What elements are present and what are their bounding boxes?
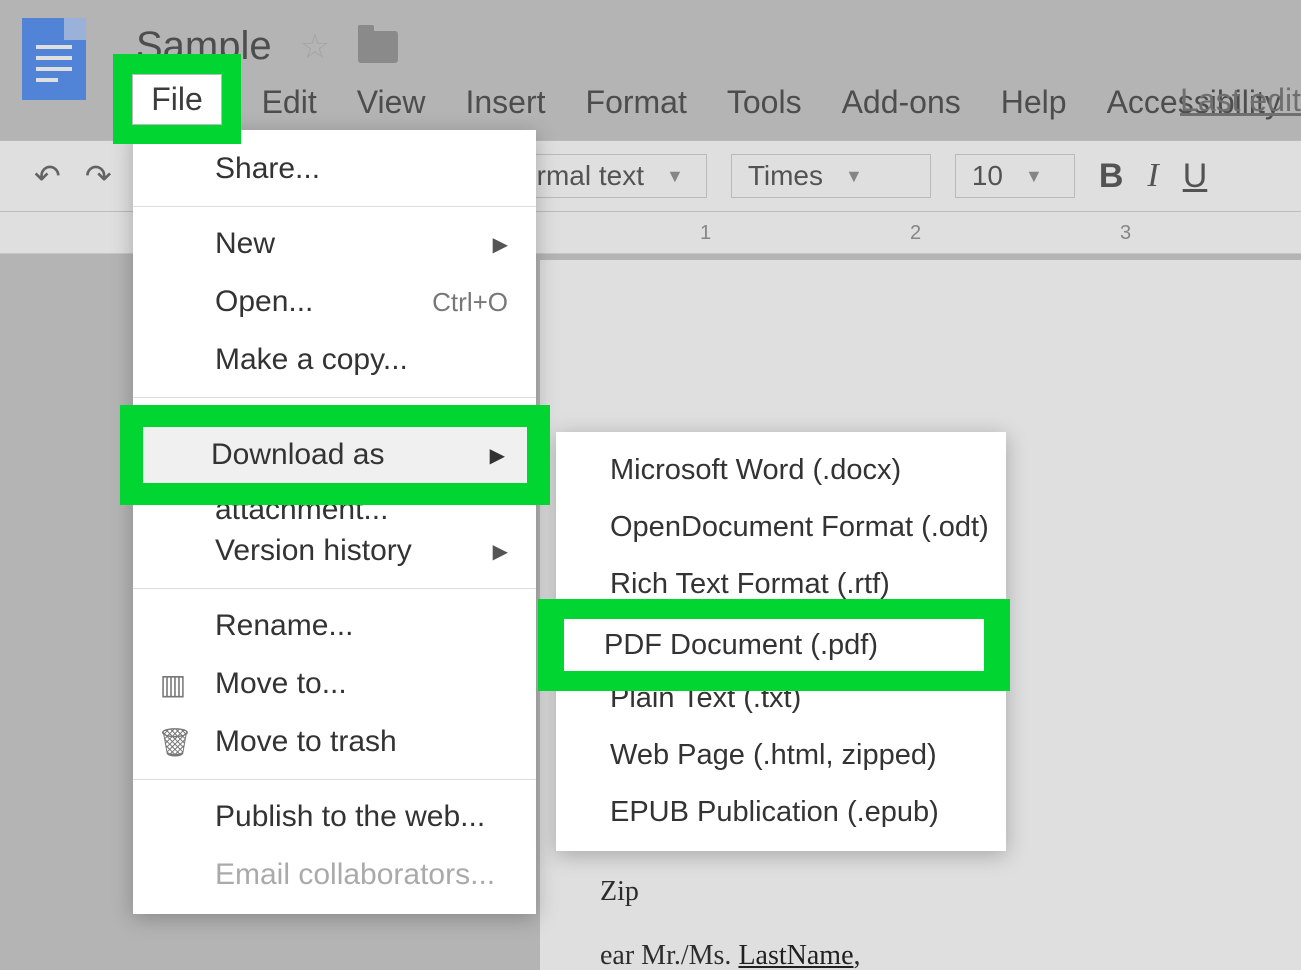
submenu-docx[interactable]: Microsoft Word (.docx) xyxy=(556,442,1006,499)
caret-down-icon: ▼ xyxy=(845,166,863,187)
file-menu-new[interactable]: New▶ xyxy=(133,215,536,273)
menu-tools[interactable]: Tools xyxy=(707,78,822,127)
download-as-label: Download as xyxy=(211,438,384,472)
ruler-mark: 1 xyxy=(700,222,711,245)
submenu-pdf[interactable]: PDF Document (.pdf) xyxy=(564,619,984,671)
menu-insert[interactable]: Insert xyxy=(445,78,565,127)
underline-button[interactable]: U xyxy=(1183,157,1208,196)
style-label: rmal text xyxy=(537,160,644,192)
file-menu-make-copy[interactable]: Make a copy... xyxy=(133,331,536,389)
italic-button[interactable]: I xyxy=(1147,157,1158,195)
submenu-html[interactable]: Web Page (.html, zipped) xyxy=(556,727,1006,784)
ruler-mark: 3 xyxy=(1120,222,1131,245)
docs-logo-icon[interactable] xyxy=(22,18,86,100)
ruler-mark: 2 xyxy=(910,222,921,245)
menu-view[interactable]: View xyxy=(337,78,446,127)
undo-icon[interactable]: ↶ xyxy=(34,157,61,195)
last-edit-link[interactable]: Last edit xyxy=(1180,82,1301,119)
file-menu-move-to[interactable]: ▥Move to... xyxy=(133,655,536,713)
doc-text: Zip xyxy=(600,876,639,907)
trash-icon: 🗑 xyxy=(157,726,189,759)
caret-down-icon: ▼ xyxy=(1025,166,1043,187)
star-icon[interactable]: ☆ xyxy=(300,27,330,67)
menu-help[interactable]: Help xyxy=(981,78,1087,127)
menu-addons[interactable]: Add-ons xyxy=(822,78,981,127)
file-menu-rename[interactable]: Rename... xyxy=(133,597,536,655)
font-label: Times xyxy=(748,160,823,192)
chevron-right-icon: ▶ xyxy=(490,443,505,468)
pdf-label: PDF Document (.pdf) xyxy=(604,629,878,662)
shortcut-label: Ctrl+O xyxy=(432,287,508,318)
bold-button[interactable]: B xyxy=(1099,157,1124,196)
file-menu-publish-web[interactable]: Publish to the web... xyxy=(133,788,536,846)
folder-icon: ▥ xyxy=(157,668,189,701)
style-select[interactable]: rmal text ▼ xyxy=(520,154,707,198)
file-menu-email-collab: Email collaborators... xyxy=(133,846,536,904)
size-label: 10 xyxy=(972,160,1003,192)
menu-edit[interactable]: Edit xyxy=(242,78,337,127)
chevron-right-icon: ▶ xyxy=(493,539,508,564)
submenu-odt[interactable]: OpenDocument Format (.odt) xyxy=(556,499,1006,556)
submenu-epub[interactable]: EPUB Publication (.epub) xyxy=(556,784,1006,841)
file-menu-version-history[interactable]: Version history▶ xyxy=(133,522,536,580)
highlight-file-menu: File xyxy=(113,54,241,144)
menu-format[interactable]: Format xyxy=(566,78,707,127)
doc-text: LastName xyxy=(738,940,853,970)
size-select[interactable]: 10 ▼ xyxy=(955,154,1075,198)
redo-icon[interactable]: ↷ xyxy=(85,157,112,195)
file-menu-open[interactable]: Open...Ctrl+O xyxy=(133,273,536,331)
doc-text: ear Mr./Ms. xyxy=(600,940,738,970)
chevron-right-icon: ▶ xyxy=(493,232,508,257)
file-menu-dropdown: Share... New▶ Open...Ctrl+O Make a copy.… xyxy=(133,130,536,914)
highlight-pdf: PDF Document (.pdf) xyxy=(538,599,1010,691)
font-select[interactable]: Times ▼ xyxy=(731,154,931,198)
folder-icon[interactable] xyxy=(358,31,398,63)
menu-file[interactable]: File xyxy=(132,74,222,125)
file-menu-download-as[interactable]: Download as ▶ xyxy=(143,427,527,483)
doc-text: , xyxy=(854,940,861,970)
file-menu-move-trash[interactable]: 🗑Move to trash xyxy=(133,713,536,771)
menu-bar: File Edit View Insert Format Tools Add-o… xyxy=(150,78,1301,127)
caret-down-icon: ▼ xyxy=(666,166,684,187)
highlight-download-as: Download as ▶ xyxy=(120,405,550,505)
file-menu-share[interactable]: Share... xyxy=(133,140,536,198)
